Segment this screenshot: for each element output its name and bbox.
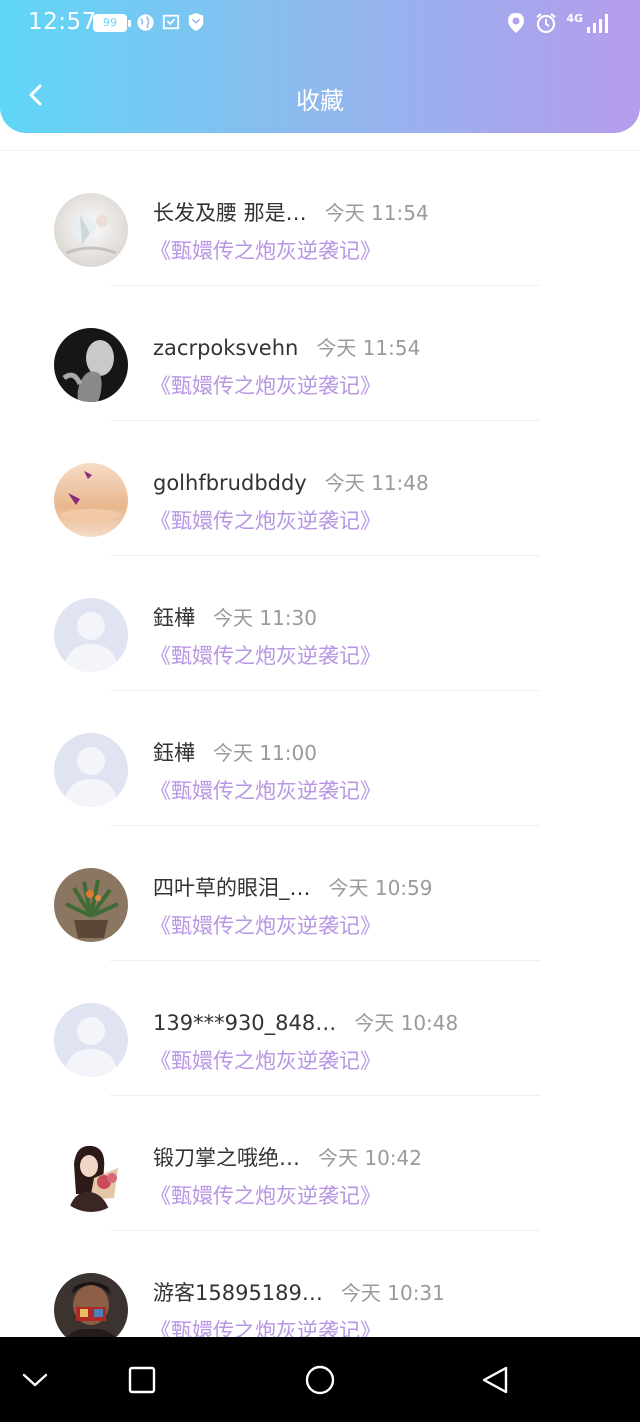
favorite-list-item[interactable]: 游客15895189… 今天 10:31 《甄嬛传之炮灰逆袭记》 — [0, 1231, 640, 1337]
chevron-down-icon — [22, 1373, 48, 1387]
item-header: 游客15895189… 今天 10:31 — [153, 1277, 445, 1307]
work-title-link[interactable]: 《甄嬛传之炮灰逆袭记》 — [150, 1315, 381, 1337]
item-header: 长发及腰 那是… 今天 11:54 — [153, 197, 429, 227]
user-name: golhfbrudbddy — [153, 471, 307, 495]
battery-level: 99 — [95, 16, 125, 30]
shield-icon — [188, 13, 204, 31]
timestamp: 今天 10:31 — [340, 1281, 445, 1305]
work-title-link[interactable]: 《甄嬛传之炮灰逆袭记》 — [150, 235, 381, 265]
avatar[interactable] — [54, 868, 128, 942]
item-header: 鈺樺 今天 11:00 — [153, 737, 317, 767]
item-header: 鈺樺 今天 11:30 — [153, 602, 317, 632]
work-title-link[interactable]: 《甄嬛传之炮灰逆袭记》 — [150, 775, 381, 805]
avatar[interactable] — [54, 1273, 128, 1337]
user-name: 游客15895189… — [153, 1281, 323, 1305]
work-title-link[interactable]: 《甄嬛传之炮灰逆袭记》 — [150, 370, 381, 400]
favorite-list-item[interactable]: 锻刀掌之哦绝… 今天 10:42 《甄嬛传之炮灰逆袭记》 — [0, 1096, 640, 1231]
work-title-link[interactable]: 《甄嬛传之炮灰逆袭记》 — [150, 1045, 381, 1075]
item-header: 四叶草的眼泪_… 今天 10:59 — [153, 872, 433, 902]
work-title-link[interactable]: 《甄嬛传之炮灰逆袭记》 — [150, 640, 381, 670]
item-header: golhfbrudbddy 今天 11:48 — [153, 467, 429, 496]
user-name: 长发及腰 那是… — [153, 201, 307, 225]
avatar[interactable] — [54, 733, 128, 807]
recents-button[interactable] — [121, 1359, 163, 1401]
avatar[interactable] — [54, 1003, 128, 1077]
timestamp: 今天 11:48 — [324, 471, 429, 495]
network-type-label: 4G — [566, 12, 583, 25]
avatar[interactable] — [54, 1138, 128, 1212]
favorites-list[interactable]: 长发及腰 那是… 今天 11:54 《甄嬛传之炮灰逆袭记》 zacrpoksvehn 今… — [0, 150, 640, 1337]
page-title: 收藏 — [296, 87, 344, 115]
user-name: zacrpoksvehn — [153, 336, 299, 360]
favorite-list-item[interactable]: 长发及腰 那是… 今天 11:54 《甄嬛传之炮灰逆袭记》 — [0, 151, 640, 286]
collapse-button[interactable] — [14, 1359, 56, 1401]
item-header: 139***930_848… 今天 10:48 — [153, 1007, 458, 1036]
favorite-list-item[interactable]: 鈺樺 今天 11:00 《甄嬛传之炮灰逆袭记》 — [0, 691, 640, 826]
favorite-list-item[interactable]: zacrpoksvehn 今天 11:54 《甄嬛传之炮灰逆袭记》 — [0, 286, 640, 421]
user-name: 鈺樺 — [153, 741, 195, 765]
home-circle-icon — [305, 1365, 335, 1395]
timestamp: 今天 11:00 — [213, 741, 317, 765]
user-name: 四叶草的眼泪_… — [153, 876, 311, 900]
work-title-link[interactable]: 《甄嬛传之炮灰逆袭记》 — [150, 505, 381, 535]
user-name: 鈺樺 — [153, 606, 195, 630]
status-bar: 12:57 99 4G — [0, 0, 640, 48]
work-title-link[interactable]: 《甄嬛传之炮灰逆袭记》 — [150, 1180, 381, 1210]
alarm-icon — [536, 13, 556, 34]
battery-icon: 99 — [93, 14, 131, 32]
avatar[interactable] — [54, 463, 128, 537]
system-back-button[interactable] — [474, 1359, 516, 1401]
timestamp: 今天 11:54 — [324, 201, 429, 225]
screenshot-icon — [162, 14, 180, 30]
timestamp: 今天 10:59 — [328, 876, 433, 900]
item-header: 锻刀掌之哦绝… 今天 10:42 — [153, 1142, 422, 1172]
favorite-list-item[interactable]: 四叶草的眼泪_… 今天 10:59 《甄嬛传之炮灰逆袭记》 — [0, 826, 640, 961]
nav-bar: 收藏 — [0, 60, 640, 130]
user-name: 锻刀掌之哦绝… — [153, 1146, 300, 1170]
timestamp: 今天 11:54 — [316, 336, 421, 360]
item-header: zacrpoksvehn 今天 11:54 — [153, 332, 420, 361]
app-header: 12:57 99 4G 收藏 — [0, 0, 640, 133]
timestamp: 今天 10:42 — [318, 1146, 422, 1170]
avatar[interactable] — [54, 598, 128, 672]
system-navigation-bar — [0, 1337, 640, 1422]
location-icon — [508, 13, 525, 33]
work-title-link[interactable]: 《甄嬛传之炮灰逆袭记》 — [150, 910, 381, 940]
globe-icon — [137, 13, 154, 31]
avatar[interactable] — [54, 193, 128, 267]
timestamp: 今天 10:48 — [354, 1011, 459, 1035]
home-button[interactable] — [299, 1359, 341, 1401]
avatar[interactable] — [54, 328, 128, 402]
recents-icon — [128, 1366, 156, 1394]
user-name: 139***930_848… — [153, 1011, 337, 1035]
status-time: 12:57 — [28, 9, 97, 35]
timestamp: 今天 11:30 — [213, 606, 317, 630]
favorite-list-item[interactable]: 139***930_848… 今天 10:48 《甄嬛传之炮灰逆袭记》 — [0, 961, 640, 1096]
triangle-back-icon — [482, 1366, 508, 1394]
signal-icon — [587, 14, 608, 33]
favorite-list-item[interactable]: golhfbrudbddy 今天 11:48 《甄嬛传之炮灰逆袭记》 — [0, 421, 640, 556]
favorite-list-item[interactable]: 鈺樺 今天 11:30 《甄嬛传之炮灰逆袭记》 — [0, 556, 640, 691]
